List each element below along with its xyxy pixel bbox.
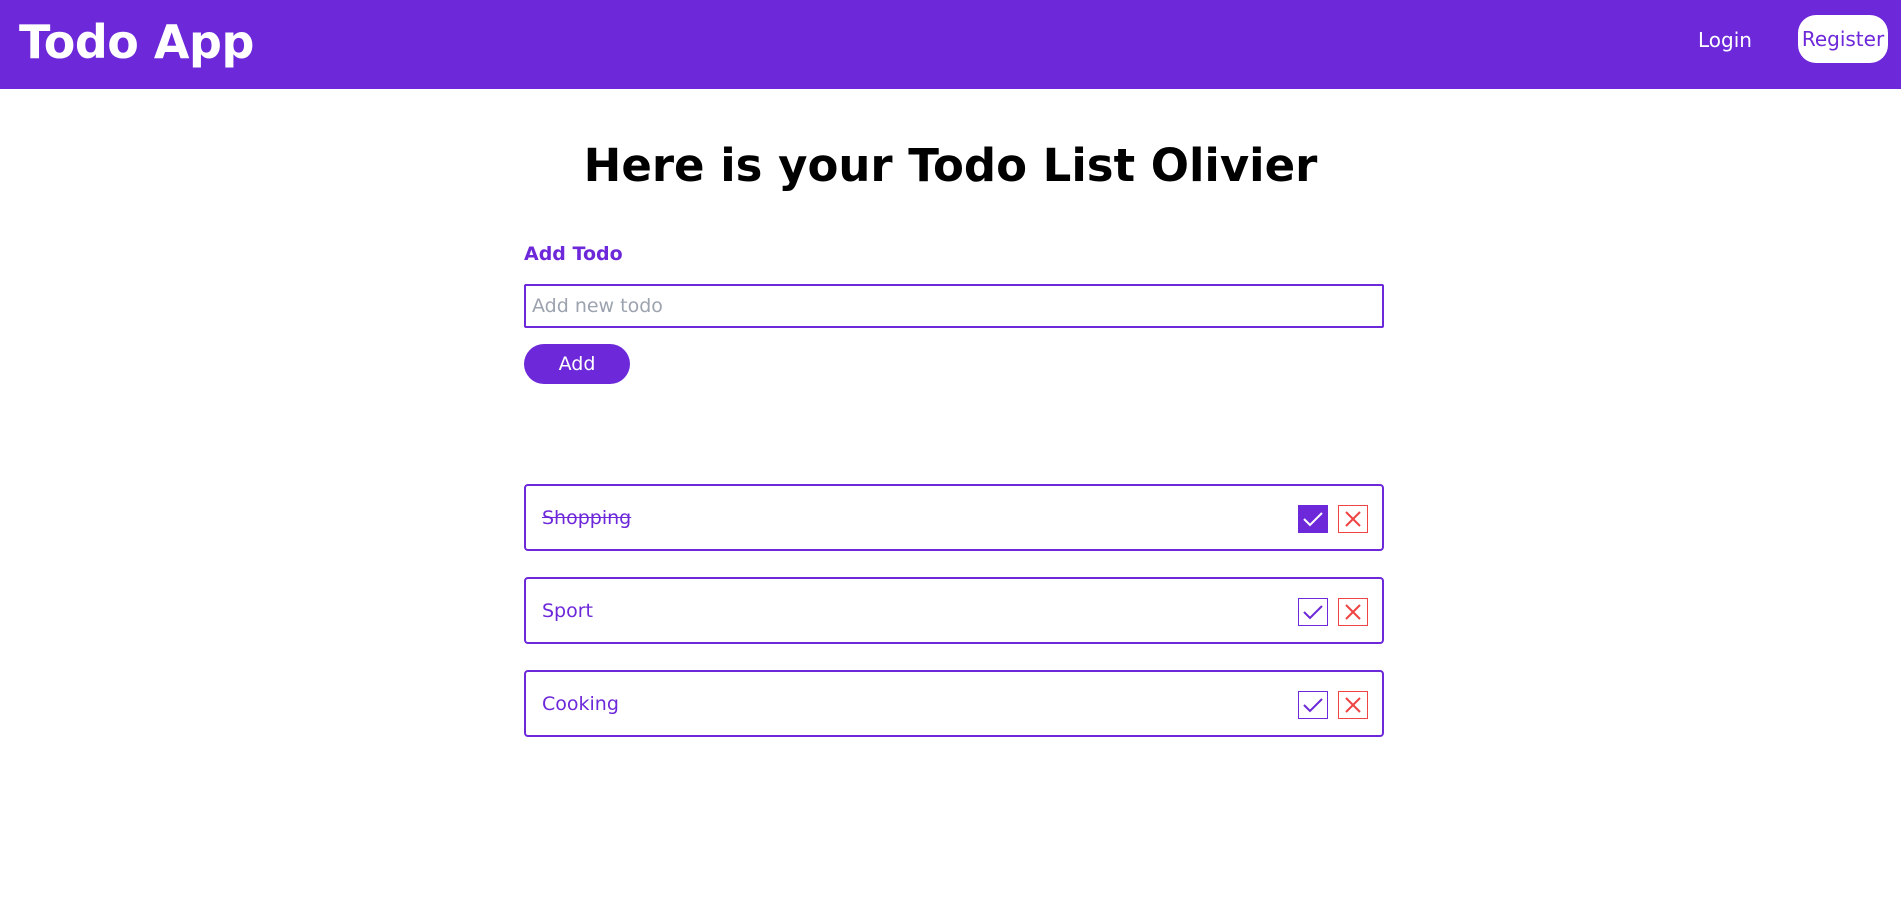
check-icon — [1303, 605, 1323, 620]
check-icon — [1303, 512, 1323, 527]
delete-button[interactable] — [1338, 505, 1368, 533]
complete-toggle-button[interactable] — [1298, 598, 1328, 626]
delete-button[interactable] — [1338, 691, 1368, 719]
login-link[interactable]: Login — [1698, 26, 1752, 54]
todo-item: Cooking — [524, 670, 1384, 737]
add-button[interactable]: Add — [524, 344, 630, 384]
complete-toggle-button[interactable] — [1298, 505, 1328, 533]
close-icon — [1345, 604, 1361, 620]
page-title: Here is your Todo List Olivier — [583, 139, 1318, 192]
todo-item: Shopping — [524, 484, 1384, 551]
close-icon — [1345, 511, 1361, 527]
app-brand[interactable]: Todo App — [19, 14, 254, 70]
complete-toggle-button[interactable] — [1298, 691, 1328, 719]
delete-button[interactable] — [1338, 598, 1368, 626]
check-icon — [1303, 698, 1323, 713]
todo-text: Sport — [542, 600, 594, 622]
register-button[interactable]: Register — [1798, 15, 1888, 63]
todo-list: Shopping Sport Cooking — [524, 484, 1384, 763]
todo-text: Shopping — [542, 507, 632, 529]
add-todo-label: Add Todo — [524, 243, 623, 265]
todo-text: Cooking — [542, 693, 619, 715]
close-icon — [1345, 697, 1361, 713]
add-todo-input[interactable] — [524, 284, 1384, 328]
navbar: Todo App Login Register — [0, 0, 1901, 89]
todo-item: Sport — [524, 577, 1384, 644]
